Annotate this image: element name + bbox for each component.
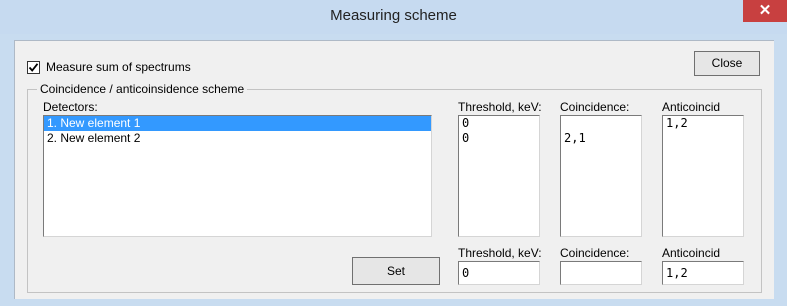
anticoincid-memo[interactable]: 1,2 (662, 115, 744, 237)
threshold-value: 0 (462, 116, 470, 130)
threshold-header: Threshold, keV: (458, 100, 542, 114)
window-title: Measuring scheme (330, 7, 457, 24)
anticoincid-edit-label: Anticoincid (662, 246, 721, 260)
measure-sum-checkbox[interactable] (27, 60, 40, 74)
coincidence-memo[interactable]: 2,1 (560, 115, 642, 237)
coincidence-value (561, 116, 641, 131)
measure-sum-checkbox-row[interactable]: Measure sum of spectrums (27, 59, 191, 75)
window-close-icon[interactable]: ✕ (743, 0, 787, 22)
checkmark-icon (28, 62, 39, 72)
threshold-edit-label: Threshold, keV: (458, 246, 542, 260)
close-button[interactable]: Close (694, 51, 760, 76)
dialog-client-area: Measure sum of spectrums Close Coinciden… (14, 40, 774, 299)
title-bar[interactable]: Measuring scheme ✕ (0, 0, 787, 34)
detectors-listbox[interactable]: 1. New element 1 2. New element 2 (43, 115, 432, 237)
coincidence-group-label: Coincidence / anticoinsidence scheme (37, 82, 248, 96)
detector-list-item[interactable]: 1. New element 1 (44, 116, 431, 131)
threshold-memo[interactable]: 0 0 (458, 115, 540, 237)
threshold-input[interactable]: 0 (458, 261, 540, 285)
detector-list-item[interactable]: 2. New element 2 (44, 131, 431, 146)
coincidence-input[interactable] (560, 261, 642, 285)
anticoincid-input[interactable]: 1,2 (662, 261, 744, 285)
coincidence-edit-label: Coincidence: (560, 246, 630, 260)
measuring-scheme-window: Measuring scheme ✕ Measure sum of spectr… (0, 0, 787, 306)
anticoincid-value (663, 131, 743, 146)
threshold-value: 0 (462, 131, 470, 145)
coincidence-header: Coincidence: (560, 100, 630, 114)
anticoincid-header: Anticoincid (662, 100, 721, 114)
anticoincid-value: 1,2 (666, 116, 688, 130)
set-button[interactable]: Set (352, 257, 440, 285)
coincidence-value: 2,1 (564, 131, 586, 145)
measure-sum-label: Measure sum of spectrums (46, 60, 191, 74)
detectors-label: Detectors: (43, 100, 98, 114)
